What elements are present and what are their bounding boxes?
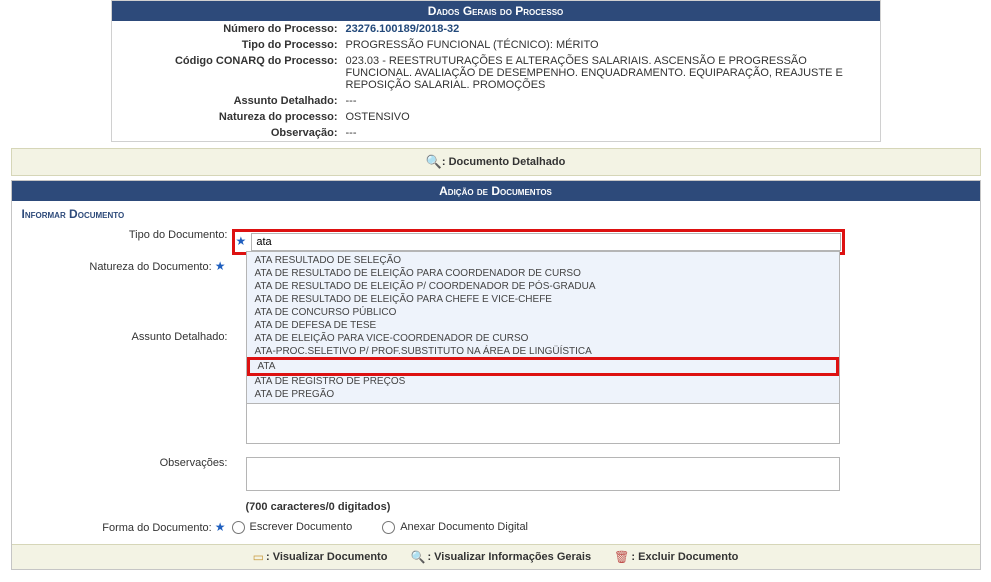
suggest-item[interactable]: ATA xyxy=(247,357,839,376)
lbl-conarq: Código CONARQ do Processo: xyxy=(112,53,342,93)
lbl-assunto: Assunto Detalhado: xyxy=(112,93,342,109)
add-doc-header: Adição de Documentos xyxy=(12,181,980,201)
required-star-icon: ★ xyxy=(236,234,247,248)
tipo-documento-suggest-list: ATA RESULTADO DE SELEÇÃOATA DE RESULTADO… xyxy=(246,251,840,404)
detailed-doc-bar: 🔍: Documento Detalhado xyxy=(11,148,981,176)
lbl-process-number: Número do Processo: xyxy=(112,21,342,37)
val-natureza-proc: OSTENSIVO xyxy=(342,109,880,125)
suggest-item[interactable]: ATA DE PREGÃO xyxy=(247,388,839,401)
val-assunto: --- xyxy=(342,93,880,109)
add-document-panel: Adição de Documentos Informar Documento … xyxy=(11,180,981,570)
val-obs-proc: --- xyxy=(342,125,880,141)
observacoes-textarea[interactable] xyxy=(246,457,840,491)
suggest-item[interactable]: ATA DE RESULTADO DE ELEIÇÃO PARA COORDEN… xyxy=(247,267,839,280)
suggest-item[interactable]: ATA DE RESULTADO DE ELEIÇÃO P/ COORDENAD… xyxy=(247,280,839,293)
lbl-natureza-documento: Natureza do Documento: ★ xyxy=(22,259,232,447)
suggest-item[interactable]: ATA RESULTADO DE SELEÇÃO xyxy=(247,254,839,267)
lbl-obs-proc: Observação: xyxy=(112,125,342,141)
document-icon: ▭ xyxy=(253,550,264,564)
required-star-icon: ★ xyxy=(215,259,226,273)
footer-legend: ▭: Visualizar Documento 🔍: Visualizar In… xyxy=(12,544,980,569)
process-table: Número do Processo: 23276.100189/2018-32… xyxy=(112,21,880,141)
radio-anexar[interactable] xyxy=(382,521,395,534)
delete-document-label: : Excluir Documento xyxy=(631,551,738,563)
val-conarq: 023.03 - REESTRUTURAÇÕES E ALTERAÇÕES SA… xyxy=(342,53,880,93)
detailed-doc-label: : Documento Detalhado xyxy=(442,156,565,168)
lbl-natureza-proc: Natureza do processo: xyxy=(112,109,342,125)
view-info-label: : Visualizar Informações Gerais xyxy=(427,551,591,563)
search-icon: 🔍 xyxy=(426,154,442,169)
radio-escrever-label[interactable]: Escrever Documento xyxy=(250,521,353,533)
lbl-observacoes: Observações: xyxy=(22,457,232,494)
radio-anexar-label[interactable]: Anexar Documento Digital xyxy=(400,521,528,533)
val-process-type: PROGRESSÃO FUNCIONAL (TÉCNICO): MÉRITO xyxy=(342,37,880,53)
suggest-item[interactable]: ATA DE RESULTADO DE ELEIÇÃO PARA CHEFE E… xyxy=(247,293,839,306)
required-star-icon: ★ xyxy=(215,520,226,534)
lbl-assunto-detalhado: Assunto Detalhado: xyxy=(22,331,232,343)
process-general-panel: Dados Gerais do Processo Número do Proce… xyxy=(111,0,881,142)
lbl-process-type: Tipo do Processo: xyxy=(112,37,342,53)
view-document-label: : Visualizar Documento xyxy=(266,551,387,563)
suggest-item[interactable]: ATA DE DEFESA DE TESE xyxy=(247,319,839,332)
tipo-documento-input[interactable] xyxy=(251,233,841,251)
search-icon: 🔍 xyxy=(410,550,425,564)
char-counter: (700 caracteres/0 digitados) xyxy=(246,498,970,516)
lbl-forma-documento: Forma do Documento: ★ xyxy=(22,520,232,534)
radio-escrever[interactable] xyxy=(232,521,245,534)
suggest-item[interactable]: ATA DE CONCURSO PÚBLICO xyxy=(247,306,839,319)
inform-doc-subheader: Informar Documento xyxy=(12,201,980,227)
suggest-item[interactable]: ATA DE ELEIÇÃO PARA VICE-COORDENADOR DE … xyxy=(247,332,839,345)
process-header: Dados Gerais do Processo xyxy=(112,1,880,21)
process-number-link[interactable]: 23276.100189/2018-32 xyxy=(346,23,460,35)
suggest-item[interactable]: ATA DE REGISTRO DE PREÇOS xyxy=(247,375,839,388)
delete-icon: 🗑 xyxy=(614,550,629,564)
lbl-tipo-documento: Tipo do Documento: xyxy=(22,229,232,255)
